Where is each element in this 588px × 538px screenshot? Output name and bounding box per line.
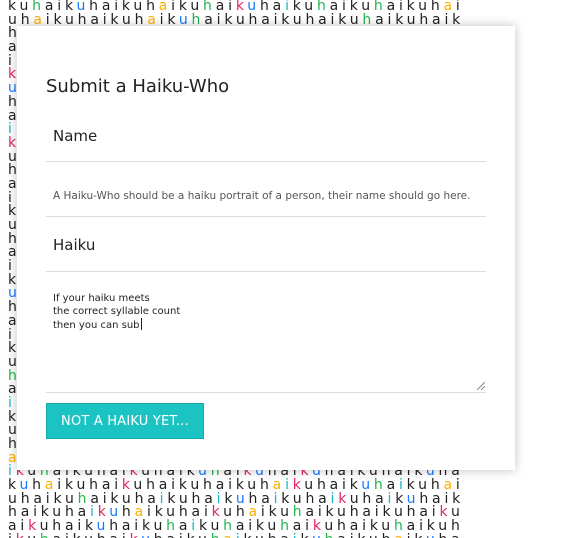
haiku-label: Haiku bbox=[53, 236, 96, 254]
submit-haiku-button[interactable]: NOT A HAIKU YET... bbox=[46, 403, 204, 439]
name-help-row: A Haiku-Who should be a haiku portrait o… bbox=[46, 161, 486, 217]
name-help-text: A Haiku-Who should be a haiku portrait o… bbox=[53, 190, 471, 202]
background-letter-row: ikuhaikuhaikuhaikuhaikuhaikuhaikuhaikuha bbox=[8, 533, 588, 538]
text-caret bbox=[140, 318, 142, 330]
resize-handle-icon[interactable] bbox=[477, 382, 485, 390]
haiku-textarea-value: If your haiku meets the correct syllable… bbox=[53, 293, 181, 331]
submit-form-card: Submit a Haiku-Who Name A Haiku-Who shou… bbox=[17, 26, 515, 470]
haiku-heading-row: Haiku bbox=[46, 216, 486, 272]
haiku-textarea[interactable]: If your haiku meets the correct syllable… bbox=[46, 272, 486, 393]
name-field[interactable]: Name bbox=[46, 118, 486, 162]
name-field-label: Name bbox=[53, 127, 98, 145]
form-title: Submit a Haiku-Who bbox=[46, 76, 230, 97]
